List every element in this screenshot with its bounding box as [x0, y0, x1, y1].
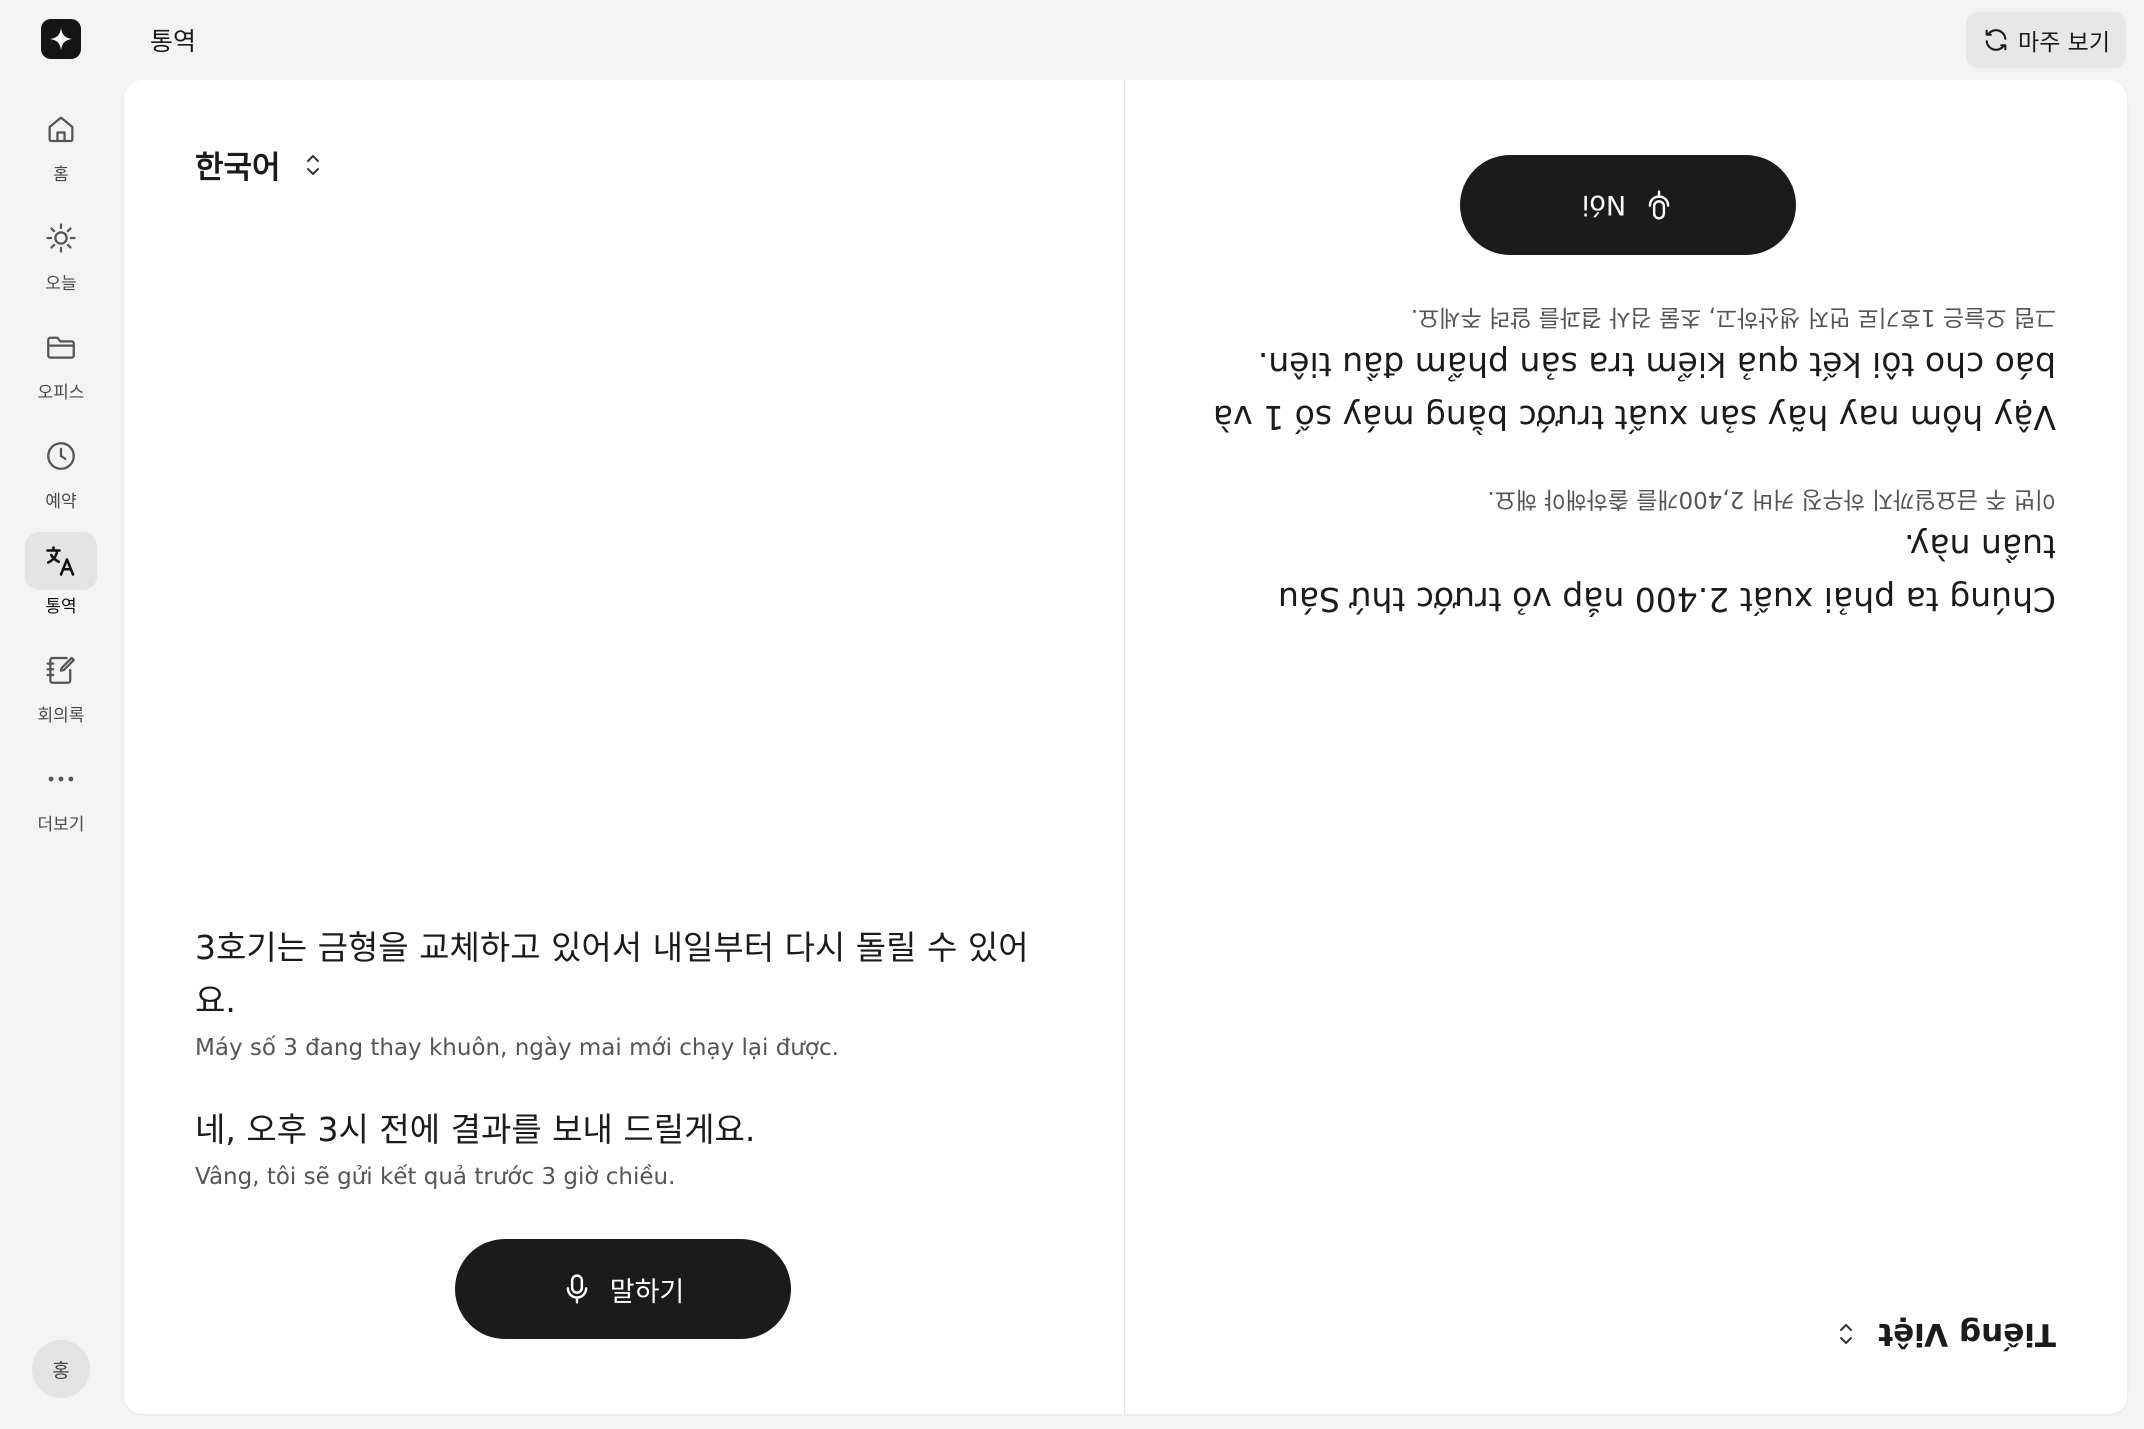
sidebar-item-minutes[interactable]: 회의록 [22, 641, 100, 745]
speak-button-label: Nói [1581, 189, 1627, 221]
interpretation-card: 한국어 3호기는 금형을 교체하고 있어서 내일부터 다시 돌릴 수 있어요. … [124, 80, 2127, 1414]
vietnamese-pane: Tiếng Việt Chúng ta phải xuất 2.400 nắp … [1125, 80, 2127, 1414]
sidebar-item-reservations[interactable]: 예약 [22, 427, 100, 531]
message-original: 네, 오후 3시 전에 결과를 보내 드릴게요. [195, 1110, 756, 1149]
message-item: 네, 오후 3시 전에 결과를 보내 드릴게요. Vâng, tôi sẽ gử… [195, 1103, 1044, 1192]
sparkle-logo-icon [50, 28, 72, 50]
message-translation: 그럼 오늘은 1호기로 먼저 생산하고, 초물 검사 결과를 알려 주세요. [1410, 304, 2056, 330]
sidebar-item-label: 오피스 [37, 383, 85, 403]
message-item: Chúng ta phải xuất 2.400 nắp vỏ trước th… [1205, 484, 2056, 626]
app-logo[interactable] [41, 19, 81, 59]
korean-pane: 한국어 3호기는 금형을 교체하고 있어서 내일부터 다시 돌릴 수 있어요. … [124, 80, 1124, 1414]
speak-button-label: 말하기 [609, 1276, 685, 1308]
sidebar: 홈 오늘 오피스 예약 통역 회의록 더보기 홍 [0, 0, 122, 1429]
message-translation: Vâng, tôi sẽ gửi kết quả trước 3 giờ chi… [195, 1164, 676, 1190]
sidebar-item-label: 통역 [45, 597, 77, 617]
translate-icon [25, 532, 97, 590]
message-original: Vậy hôm nay hãy sản xuất trước bằng máy … [1212, 345, 2056, 437]
folder-icon [25, 318, 97, 376]
microphone-icon [1648, 190, 1670, 220]
language-selector[interactable]: 한국어 [195, 142, 323, 187]
sun-icon [25, 209, 97, 267]
refresh-icon [1985, 29, 2007, 51]
speak-button[interactable]: Nói [1460, 155, 1796, 255]
language-name: Tiếng Việt [1878, 1316, 2056, 1352]
clock-icon [25, 427, 97, 485]
message-item: Vậy hôm nay hãy sản xuất trước bằng máy … [1205, 302, 2056, 444]
chevron-up-down-icon [1840, 1324, 1853, 1344]
sidebar-item-office[interactable]: 오피스 [22, 318, 100, 422]
more-icon [25, 750, 97, 808]
sidebar-item-label: 오늘 [45, 274, 77, 294]
sidebar-item-label: 예약 [45, 492, 77, 512]
sidebar-item-home[interactable]: 홈 [22, 100, 100, 204]
avatar[interactable]: 홍 [32, 1340, 90, 1398]
face-to-face-button[interactable]: 마주 보기 [1966, 12, 2126, 68]
language-name: 한국어 [195, 150, 281, 186]
message-item: 3호기는 금형을 교체하고 있어서 내일부터 다시 돌릴 수 있어요. Máy … [195, 921, 1044, 1063]
sidebar-item-interpretation[interactable]: 통역 [22, 532, 100, 636]
face-to-face-label: 마주 보기 [2018, 30, 2110, 56]
sidebar-item-more[interactable]: 더보기 [22, 750, 100, 854]
sidebar-item-label: 홈 [53, 165, 69, 185]
notes-icon [25, 641, 97, 699]
message-original: Chúng ta phải xuất 2.400 nắp vỏ trước th… [1277, 527, 2056, 619]
speak-button[interactable]: 말하기 [455, 1239, 791, 1339]
page-title: 통역 [150, 27, 197, 56]
message-translation: Máy số 3 đang thay khuôn, ngày mai mới c… [195, 1035, 839, 1061]
message-translation: 이번 주 금요일까지 하우징 커버 2,400개를 출하해야 해요. [1487, 486, 2056, 512]
sidebar-item-label: 회의록 [37, 706, 85, 726]
message-list: Chúng ta phải xuất 2.400 nắp vỏ trước th… [1205, 302, 2056, 626]
sidebar-item-today[interactable]: 오늘 [22, 209, 100, 313]
language-selector[interactable]: Tiếng Việt [1836, 1316, 2056, 1352]
message-list: 3호기는 금형을 교체하고 있어서 내일부터 다시 돌릴 수 있어요. Máy … [195, 921, 1044, 1192]
home-icon [25, 100, 97, 158]
chevron-up-down-icon [306, 154, 319, 175]
sidebar-item-label: 더보기 [37, 815, 85, 835]
message-original: 3호기는 금형을 교체하고 있어서 내일부터 다시 돌릴 수 있어요. [195, 928, 1029, 1020]
microphone-icon [566, 1274, 588, 1304]
